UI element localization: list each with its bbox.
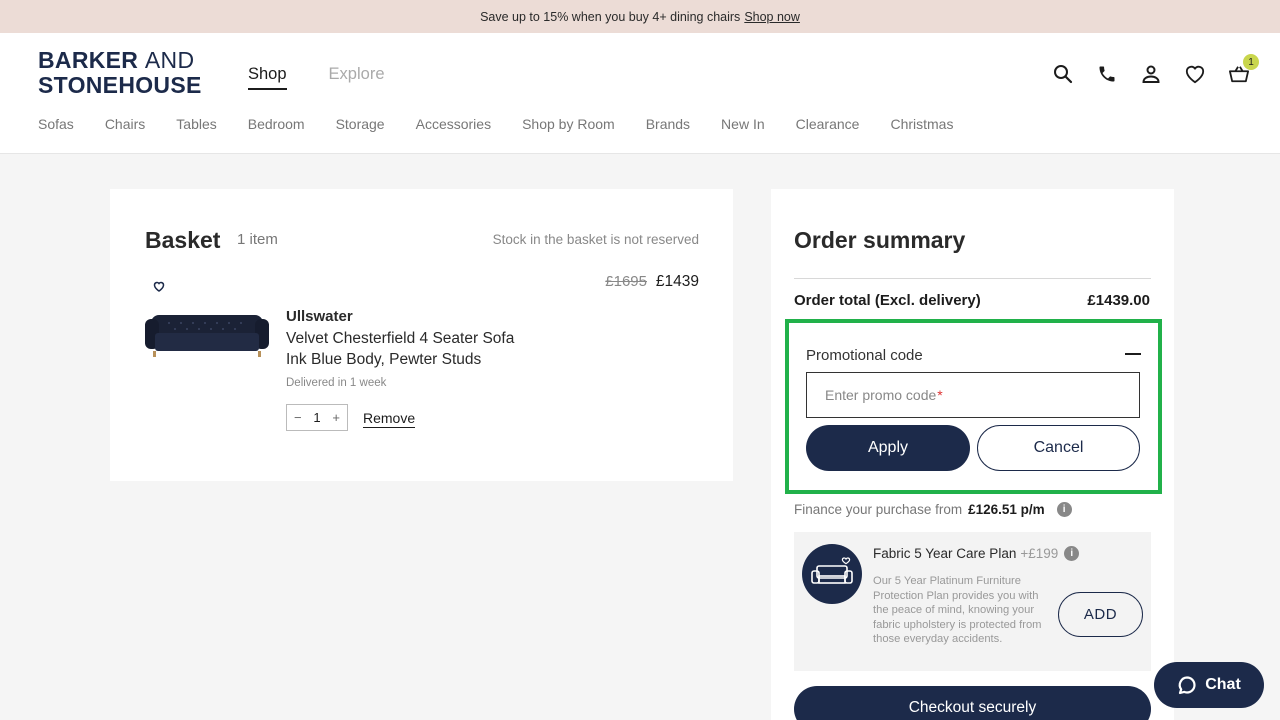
apply-button[interactable]: Apply (806, 425, 970, 471)
chat-button[interactable]: Chat (1154, 662, 1264, 708)
category-accessories[interactable]: Accessories (416, 116, 491, 132)
item-price: £1439 (655, 273, 699, 290)
basket-item-count: 1 item (237, 231, 278, 248)
category-brands[interactable]: Brands (646, 116, 690, 132)
quantity-stepper: − 1 + (286, 404, 348, 431)
finance-amount: £126.51 p/m (968, 502, 1045, 517)
delivery-estimate: Delivered in 1 week (286, 377, 387, 389)
quantity-decrease-button[interactable]: − (294, 410, 302, 425)
order-total-value: £1439.00 (1087, 292, 1150, 309)
product-variant: Ink Blue Body, Pewter Studs (286, 351, 482, 368)
search-icon[interactable] (1052, 63, 1074, 85)
category-new-in[interactable]: New In (721, 116, 765, 132)
basket-title: Basket (145, 227, 221, 253)
category-clearance[interactable]: Clearance (796, 116, 860, 132)
checkout-button[interactable]: Checkout securely (794, 686, 1151, 720)
collapse-minus-icon[interactable] (1125, 353, 1141, 355)
category-christmas[interactable]: Christmas (890, 116, 953, 132)
product-brand[interactable]: Ullswater (286, 308, 353, 325)
order-total-label: Order total (Excl. delivery) (794, 292, 981, 309)
nav-shop[interactable]: Shop (248, 65, 287, 90)
category-bedroom[interactable]: Bedroom (248, 116, 305, 132)
remove-link[interactable]: Remove (363, 410, 416, 428)
logo-line2: STONEHOUSE (38, 72, 202, 98)
product-image[interactable] (145, 309, 269, 361)
heart-icon[interactable] (153, 279, 165, 292)
promo-code-label: Promotional code (806, 347, 923, 364)
basket-card: Basket 1 item Stock in the basket is not… (110, 189, 733, 481)
summary-divider (794, 278, 1151, 279)
stock-note: Stock in the basket is not reserved (492, 232, 699, 247)
old-price: £1695 (605, 273, 647, 290)
care-plan-title: Fabric 5 Year Care Plan (873, 546, 1017, 561)
category-tables[interactable]: Tables (176, 116, 216, 132)
order-summary: Order summary Order total (Excl. deliver… (771, 189, 1174, 720)
logo-line1-thin: AND (144, 47, 195, 73)
wishlist-icon[interactable] (1184, 63, 1206, 85)
site-header: BARKER AND STONEHOUSE Shop Explore 1 Sof… (0, 33, 1280, 154)
add-care-plan-button[interactable]: ADD (1058, 592, 1143, 637)
shop-now-link[interactable]: Shop now (744, 10, 800, 24)
nav-explore[interactable]: Explore (329, 65, 385, 90)
cancel-button[interactable]: Cancel (977, 425, 1140, 471)
category-sofas[interactable]: Sofas (38, 116, 74, 132)
chat-label: Chat (1205, 676, 1241, 693)
account-icon[interactable] (1140, 63, 1162, 85)
chat-bubble-icon (1178, 676, 1196, 695)
category-nav: Sofas Chairs Tables Bedroom Storage Acce… (38, 116, 953, 132)
product-name[interactable]: Velvet Chesterfield 4 Seater Sofa (286, 330, 514, 348)
header-icons: 1 (1052, 54, 1259, 85)
care-plan-price: +£199 (1020, 546, 1059, 561)
care-plan-description: Our 5 Year Platinum Furniture Protection… (873, 575, 1042, 645)
promo-code-panel: Promotional code Enter promo code * Apply… (785, 319, 1162, 494)
quantity-increase-button[interactable]: + (332, 410, 340, 425)
category-storage[interactable]: Storage (336, 116, 385, 132)
promo-placeholder: Enter promo code (825, 387, 937, 403)
category-shop-by-room[interactable]: Shop by Room (522, 116, 615, 132)
required-mark: * (937, 387, 943, 403)
finance-info: Finance your purchase from £126.51 p/m i (794, 502, 1072, 517)
care-plan-info-icon[interactable]: i (1064, 546, 1080, 561)
promo-bar-text: Save up to 15% when you buy 4+ dining ch… (480, 9, 741, 24)
care-plan-title-row: Fabric 5 Year Care Plan +£199 i (873, 546, 1080, 561)
phone-icon[interactable] (1096, 63, 1118, 85)
order-summary-title: Order summary (794, 227, 966, 253)
basket-icon[interactable]: 1 (1228, 54, 1259, 85)
care-plan-box: Fabric 5 Year Care Plan +£199 i Our 5 Ye… (794, 532, 1151, 671)
finance-text: Finance your purchase from (794, 502, 963, 517)
quantity-value[interactable]: 1 (313, 410, 320, 425)
main-nav: Shop Explore (248, 65, 385, 90)
finance-info-icon[interactable]: i (1056, 502, 1072, 517)
category-chairs[interactable]: Chairs (105, 116, 145, 132)
logo-line1-bold: BARKER (38, 47, 139, 73)
basket-count-badge: 1 (1243, 54, 1259, 70)
promo-code-input[interactable]: Enter promo code * (806, 372, 1140, 418)
logo[interactable]: BARKER AND STONEHOUSE (38, 48, 202, 98)
promo-bar: Save up to 15% when you buy 4+ dining ch… (0, 0, 1280, 33)
sofa-care-icon (802, 544, 862, 604)
